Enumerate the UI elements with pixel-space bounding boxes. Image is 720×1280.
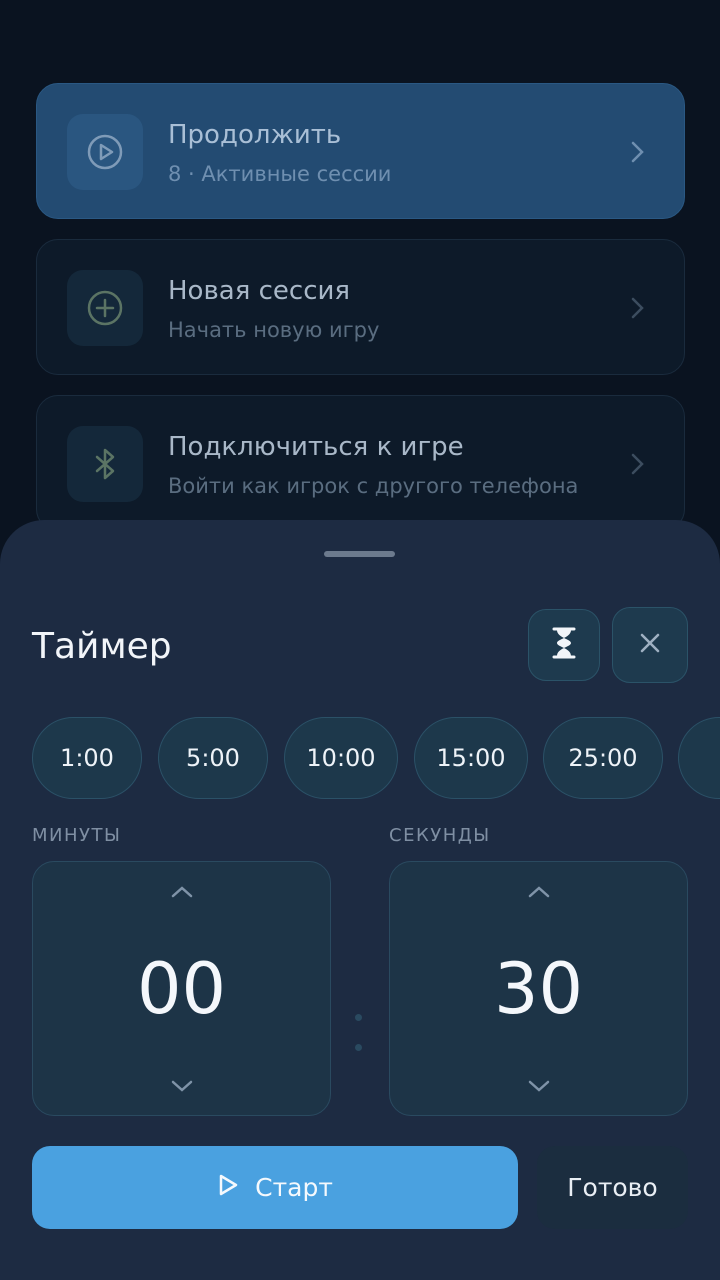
minutes-picker[interactable]: 00: [32, 861, 331, 1116]
done-button[interactable]: Готово: [537, 1146, 688, 1229]
close-icon: [639, 632, 661, 658]
minutes-value: 00: [136, 948, 227, 1030]
card-title: Продолжить: [168, 120, 342, 150]
preset-chip[interactable]: 15:00: [414, 717, 528, 799]
preset-chip[interactable]: 25:00: [543, 717, 663, 799]
play-circle-icon: [67, 114, 143, 190]
plus-circle-icon: [67, 270, 143, 346]
chevron-up-icon[interactable]: [527, 884, 551, 903]
main-menu: Продолжить 8 · Активные сессии Новая сес…: [36, 83, 685, 551]
chevron-down-icon[interactable]: [170, 1078, 194, 1097]
timer-sheet: Таймер 1:00 5:00 10:00 15:00 25:00 МИНУТ…: [0, 520, 720, 1280]
preset-chips: 1:00 5:00 10:00 15:00 25:00: [32, 717, 720, 801]
chevron-down-icon[interactable]: [527, 1078, 551, 1097]
card-subtitle: 8 · Активные сессии: [168, 162, 392, 186]
chevron-right-icon: [630, 140, 646, 168]
card-subtitle: Начать новую игру: [168, 318, 380, 342]
close-button[interactable]: [612, 607, 688, 683]
hourglass-icon: [551, 627, 577, 663]
preset-chip[interactable]: 5:00: [158, 717, 268, 799]
new-session-card[interactable]: Новая сессия Начать новую игру: [36, 239, 685, 375]
separator-dot: [355, 1014, 362, 1021]
card-title: Подключиться к игре: [168, 432, 464, 462]
preset-chip[interactable]: 1:00: [32, 717, 142, 799]
sheet-drag-handle[interactable]: [324, 551, 395, 557]
minutes-label: МИНУТЫ: [32, 825, 122, 846]
chevron-right-icon: [630, 452, 646, 480]
chevron-up-icon[interactable]: [170, 884, 194, 903]
seconds-label: СЕКУНДЫ: [389, 825, 491, 846]
sheet-title: Таймер: [32, 626, 172, 667]
hourglass-button[interactable]: [528, 609, 600, 681]
card-subtitle: Войти как игрок с другого телефона: [168, 474, 579, 498]
preset-chip-overflow[interactable]: [678, 717, 720, 799]
join-game-card[interactable]: Подключиться к игре Войти как игрок с др…: [36, 395, 685, 531]
chevron-right-icon: [630, 296, 646, 324]
seconds-picker[interactable]: 30: [389, 861, 688, 1116]
preset-chip[interactable]: 10:00: [284, 717, 398, 799]
card-title: Новая сессия: [168, 276, 351, 306]
separator-dot: [355, 1044, 362, 1051]
play-icon: [217, 1173, 239, 1203]
start-label: Старт: [255, 1173, 333, 1202]
seconds-value: 30: [493, 948, 584, 1030]
start-button[interactable]: Старт: [32, 1146, 518, 1229]
continue-card[interactable]: Продолжить 8 · Активные сессии: [36, 83, 685, 219]
bluetooth-icon: [67, 426, 143, 502]
